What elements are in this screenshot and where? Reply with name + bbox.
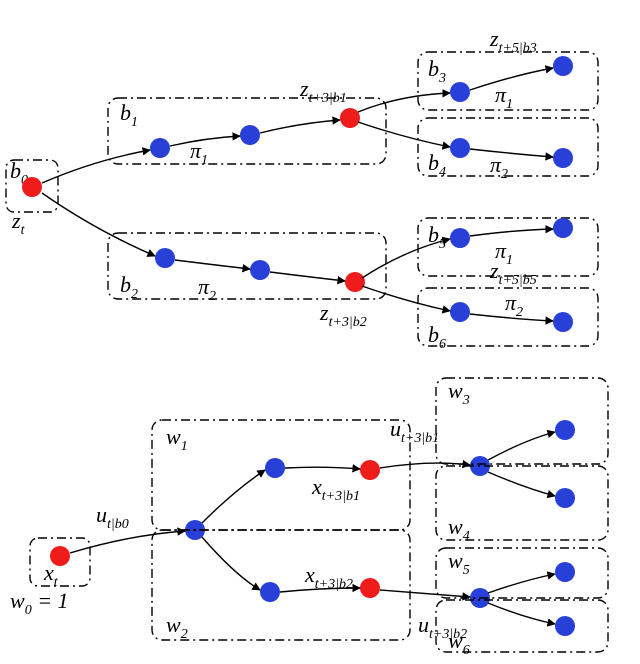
node-b4-2 bbox=[553, 148, 573, 168]
node-b6-1 bbox=[450, 302, 470, 322]
node-b2-1 bbox=[155, 248, 175, 268]
node-b6-2 bbox=[553, 312, 573, 332]
node-b4-1 bbox=[450, 138, 470, 158]
edge-b1-b4 bbox=[358, 122, 450, 147]
label-zt3b2: zt+3|b2 bbox=[319, 300, 367, 330]
label-zt: zt bbox=[11, 208, 26, 238]
edge-b5 bbox=[470, 229, 553, 236]
node-zt bbox=[22, 177, 42, 197]
label-b5: b5 bbox=[428, 222, 446, 252]
edge-w3 bbox=[488, 432, 555, 460]
label-w3: w3 bbox=[448, 378, 470, 408]
label-xt3b1: xt+3|b1 bbox=[311, 474, 360, 504]
node-b3-2 bbox=[553, 56, 573, 76]
label-b2: b2 bbox=[120, 272, 138, 302]
box-b2 bbox=[108, 233, 386, 299]
node-w1-1 bbox=[265, 458, 285, 478]
edge-w1-fork34 bbox=[380, 463, 470, 468]
node-w2-2 bbox=[360, 578, 380, 598]
node-b5-1 bbox=[450, 228, 470, 248]
edge-b2-a bbox=[175, 260, 250, 269]
node-b5-2 bbox=[553, 218, 573, 238]
node-b3-1 bbox=[450, 82, 470, 102]
edge-xt-fork bbox=[70, 531, 185, 553]
node-w4 bbox=[555, 488, 575, 508]
edge-b3 bbox=[470, 68, 553, 90]
node-w5 bbox=[555, 562, 575, 582]
edge-w2-fork56 bbox=[380, 590, 470, 597]
label-w2: w2 bbox=[166, 612, 188, 642]
node-w6 bbox=[555, 616, 575, 636]
label-w1: w1 bbox=[166, 424, 188, 454]
label-pi2-b4: π2 bbox=[490, 152, 508, 182]
edge-fork-w2 bbox=[202, 537, 260, 590]
node-w3 bbox=[555, 420, 575, 440]
label-utb0: ut|b0 bbox=[96, 502, 129, 532]
label-b3: b3 bbox=[428, 56, 446, 86]
edge-fork-w1 bbox=[202, 470, 265, 523]
svg-text:zt: zt bbox=[11, 208, 26, 238]
edge-b4 bbox=[470, 149, 553, 157]
edge-b1-b3 bbox=[358, 93, 450, 112]
node-b1-2 bbox=[240, 125, 260, 145]
node-b1-1 bbox=[150, 138, 170, 158]
edge-b2-b bbox=[270, 272, 345, 281]
label-pi2-b6: π2 bbox=[505, 290, 523, 320]
label-pi2-b2: π2 bbox=[198, 274, 216, 304]
label-zt3b1: zt+3|b1 bbox=[299, 76, 347, 106]
node-b2-2 bbox=[250, 260, 270, 280]
label-pi1-b3: π1 bbox=[495, 82, 513, 112]
label-zt5b3: zt+5|b3 bbox=[489, 26, 537, 56]
label-w5: w5 bbox=[448, 548, 470, 578]
node-b2-3 bbox=[345, 272, 365, 292]
edge-w4 bbox=[488, 472, 555, 496]
edge-b6 bbox=[470, 314, 553, 321]
edge-b1-a bbox=[170, 136, 240, 146]
node-w1-2 bbox=[360, 460, 380, 480]
label-b6: b6 bbox=[428, 322, 446, 352]
node-b1-3 bbox=[340, 108, 360, 128]
label-b1: b1 bbox=[120, 100, 138, 130]
node-w2-1 bbox=[260, 582, 280, 602]
edge-w1a bbox=[285, 467, 360, 469]
label-ut3b1: ut+3|b1 bbox=[390, 416, 439, 446]
edge-w6 bbox=[488, 603, 555, 624]
edge-b0-b2 bbox=[42, 193, 155, 256]
label-w0: w0 = 1 bbox=[10, 588, 69, 618]
diagram-svg: b0 zt b1 π1 zt+3|b1 b2 π2 zt+3|b2 b3 π1 … bbox=[0, 0, 640, 664]
edge-w5 bbox=[488, 574, 555, 593]
edge-b1-b bbox=[260, 120, 340, 133]
